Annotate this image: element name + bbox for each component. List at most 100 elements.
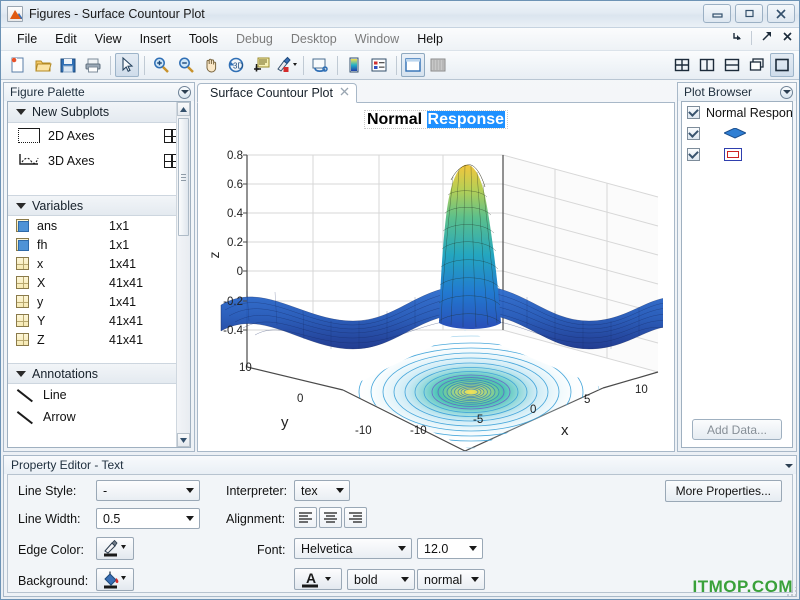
pointer-icon[interactable] [115,53,139,77]
background-color-button[interactable] [96,568,134,591]
section-annotations-label: Annotations [32,367,98,381]
menu-tools[interactable]: Tools [180,30,227,48]
panel-options-icon[interactable] [780,86,793,99]
figure-canvas[interactable]: Normal Response [197,103,675,452]
menu-file[interactable]: File [8,30,46,48]
page-title[interactable]: Normal Response [198,111,674,129]
menu-view[interactable]: View [86,30,131,48]
variable-name: y [37,295,109,309]
font-family-dropdown[interactable]: Helvetica [294,538,412,559]
plot-browser-icon[interactable] [426,53,450,77]
variable-size: 41x41 [109,276,143,290]
line-style-dropdown[interactable]: - [96,480,200,501]
colorbar-icon[interactable] [342,53,366,77]
resize-grip[interactable] [787,587,797,597]
open-file-icon[interactable] [31,53,55,77]
list-item[interactable]: x 1x41 [8,254,190,273]
list-item[interactable]: X 41x41 [8,273,190,292]
variable-name: fh [37,238,109,252]
close-icon[interactable] [340,87,349,99]
palette-item-3d-axes[interactable]: 3D Axes [8,148,190,173]
menu-help[interactable]: Help [408,30,452,48]
list-item[interactable]: Normal Respons [682,102,792,123]
tile-vertical-icon[interactable] [695,53,719,77]
annotation-item-line[interactable]: Line [8,384,190,406]
menu-insert[interactable]: Insert [131,30,180,48]
section-variables[interactable]: Variables [8,195,190,216]
checkbox[interactable] [687,148,700,161]
cascade-icon[interactable] [745,53,769,77]
edge-color-label: Edge Color: [18,543,84,557]
print-icon[interactable] [81,53,105,77]
tab-surface-countour-plot[interactable]: Surface Countour Plot [197,83,357,103]
tile-horizontal-icon[interactable] [720,53,744,77]
undock-arrow-icon[interactable] [759,30,773,46]
interpreter-dropdown[interactable]: tex [294,480,350,501]
zoom-in-icon[interactable] [149,53,173,77]
rotate-3d-icon[interactable]: 3D [224,53,248,77]
object-icon [16,219,29,232]
font-label: Font: [257,543,286,557]
annotation-item-arrow[interactable]: Arrow [8,406,190,428]
title-bar: Figures - Surface Countour Plot [1,1,799,28]
scroll-up-button[interactable] [177,102,190,116]
list-item[interactable]: Y 41x41 [8,311,190,330]
svg-text:-0.2: -0.2 [223,296,243,308]
y-tick-labels: 10 0 -10 [239,362,372,437]
align-left-icon[interactable] [294,507,317,528]
single-pane-icon[interactable] [770,53,794,77]
scrollbar-thumb[interactable] [178,118,189,236]
list-item[interactable]: fh 1x1 [8,235,190,254]
scroll-down-button[interactable] [177,433,190,447]
panel-options-icon[interactable] [178,86,191,99]
background-label: Background: [18,574,88,588]
new-figure-icon[interactable] [6,53,30,77]
data-cursor-icon[interactable] [249,53,273,77]
font-family-value: Helvetica [301,542,392,556]
font-weight-dropdown[interactable]: bold [347,569,415,590]
figure-palette-icon[interactable] [401,53,425,77]
close-icon[interactable] [780,30,794,46]
surface-icon [724,128,746,139]
legend-icon[interactable] [367,53,391,77]
section-new-subplots[interactable]: New Subplots [8,102,190,123]
more-properties-button[interactable]: More Properties... [665,480,782,502]
add-data-button[interactable]: Add Data... [692,419,782,440]
tile-4-icon[interactable] [670,53,694,77]
font-color-button[interactable]: A [294,568,342,590]
checkbox[interactable] [687,106,700,119]
list-item[interactable] [682,123,792,144]
font-size-dropdown[interactable]: 12.0 [417,538,483,559]
matrix-icon [16,333,29,346]
pan-icon[interactable] [199,53,223,77]
palette-item-2d-axes[interactable]: 2D Axes [8,123,190,148]
font-angle-dropdown[interactable]: normal [417,569,485,590]
list-item[interactable] [682,144,792,165]
list-item[interactable]: ans 1x1 [8,216,190,235]
chevron-down-icon [186,516,194,521]
brush-icon[interactable] [274,53,298,77]
menu-window[interactable]: Window [346,30,408,48]
menu-debug[interactable]: Debug [227,30,282,48]
edge-color-button[interactable] [96,537,134,560]
dock-arrow-icon[interactable] [730,30,744,46]
link-plot-icon[interactable] [308,53,332,77]
line-width-dropdown[interactable]: 0.5 [96,508,200,529]
variable-name: Z [37,333,109,347]
align-center-icon[interactable] [319,507,342,528]
menu-desktop[interactable]: Desktop [282,30,346,48]
menu-edit[interactable]: Edit [46,30,86,48]
list-item[interactable]: Z 41x41 [8,330,190,349]
align-right-icon[interactable] [344,507,367,528]
maximize-button[interactable] [735,4,763,23]
list-item[interactable]: y 1x41 [8,292,190,311]
checkbox[interactable] [687,127,700,140]
figure-palette-scrollbar[interactable] [176,102,190,447]
close-button[interactable] [767,4,795,23]
panel-options-icon[interactable] [785,458,793,472]
save-icon[interactable] [56,53,80,77]
section-annotations[interactable]: Annotations [8,363,190,384]
zoom-out-icon[interactable] [174,53,198,77]
minimize-button[interactable] [703,4,731,23]
paint-bucket-icon [100,570,130,589]
